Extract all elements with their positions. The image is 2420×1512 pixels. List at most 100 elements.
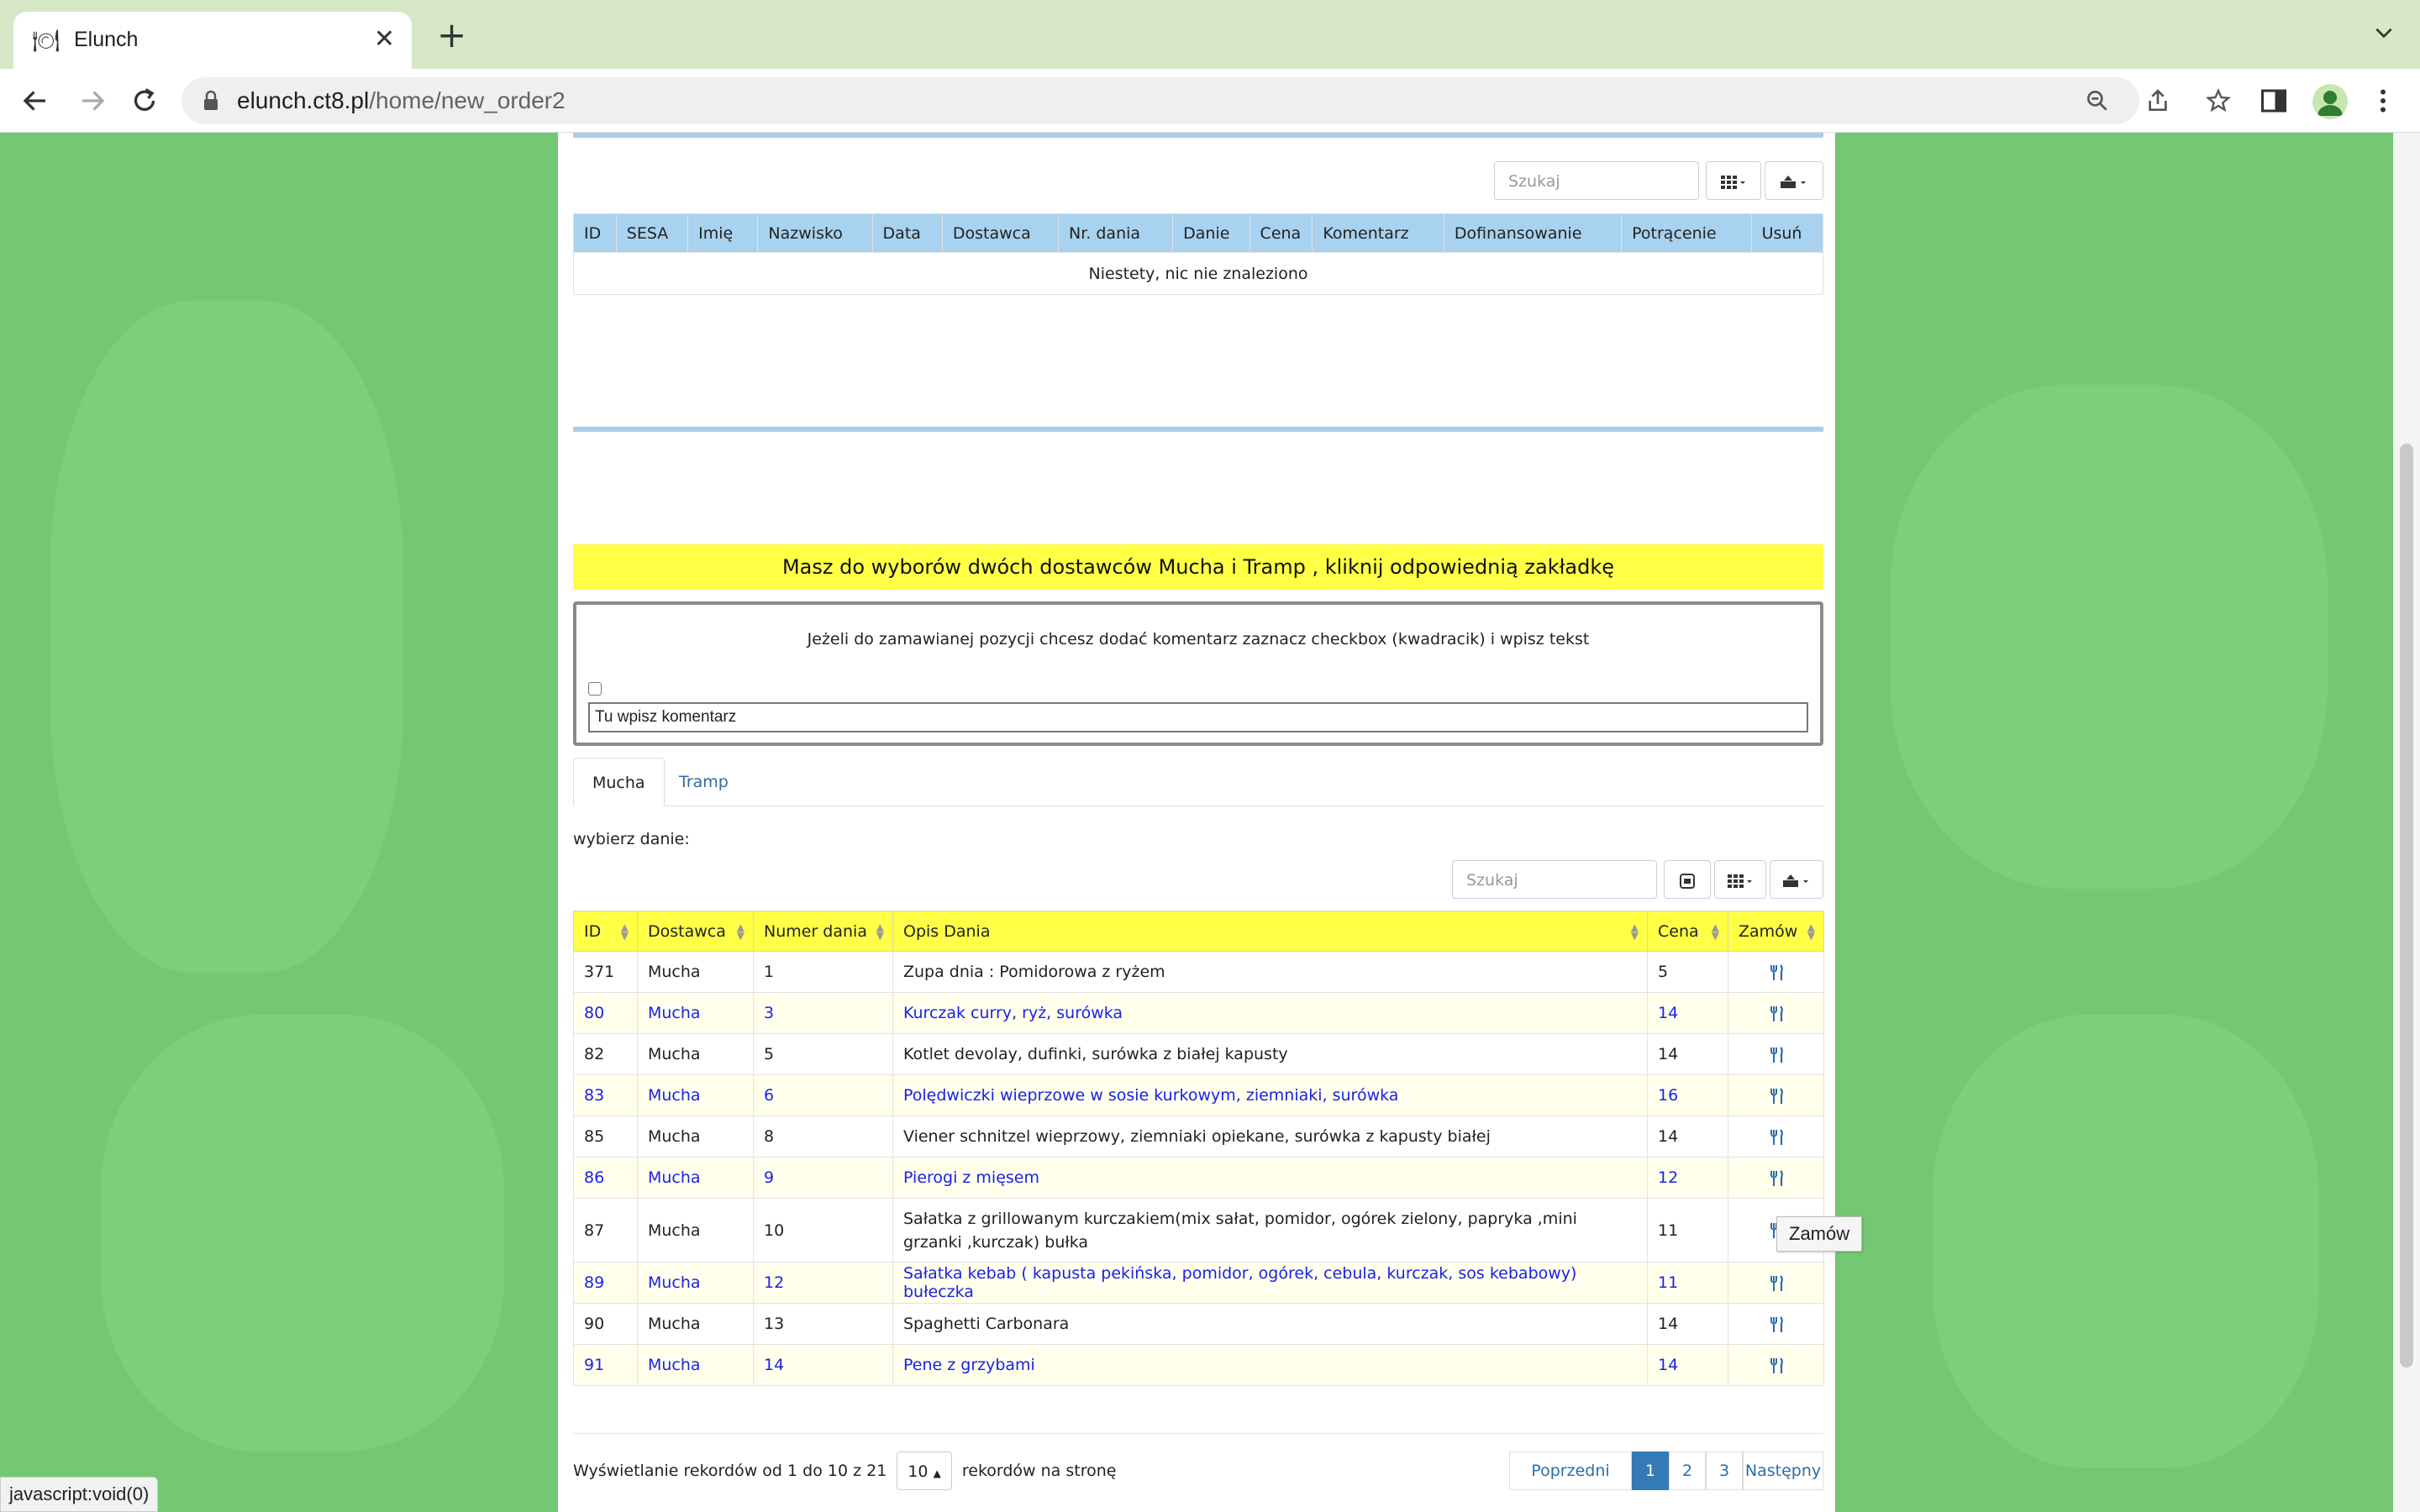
- menu-col-id[interactable]: ID ▲ ▼: [573, 911, 638, 952]
- cell-number: 12: [753, 1262, 893, 1304]
- pagination-page-1[interactable]: 1: [1632, 1452, 1669, 1490]
- orders-col-sesa[interactable]: SESA: [615, 213, 689, 253]
- cell-price: 14: [1647, 992, 1728, 1034]
- tab-tramp[interactable]: Tramp: [660, 758, 747, 806]
- cell-price: 14: [1647, 1033, 1728, 1075]
- new-tab-icon[interactable]: +: [437, 18, 466, 53]
- orders-col-danie[interactable]: Danie: [1172, 213, 1250, 253]
- grid-columns-icon: [1721, 175, 1745, 189]
- cell-price: 11: [1647, 1198, 1728, 1263]
- browser-tab[interactable]: 🍽 Elunch ✕: [13, 12, 412, 69]
- cell-price: 11: [1647, 1262, 1728, 1304]
- comment-box: Jeżeli do zamawianej pozycji chcesz doda…: [573, 601, 1823, 746]
- zoom-icon[interactable]: [2084, 87, 2111, 114]
- menu-col-numer-dania[interactable]: Numer dania ▲ ▼: [753, 911, 893, 952]
- cell-description: Kurczak curry, ryż, surówka: [892, 992, 1648, 1034]
- table-row: 80 Mucha 3 Kurczak curry, ryż, surówka 14: [573, 992, 1824, 1034]
- cell-id: 89: [573, 1262, 638, 1304]
- order-cutlery-icon[interactable]: [1768, 1315, 1785, 1333]
- close-tab-icon[interactable]: ✕: [374, 25, 395, 54]
- orders-col-potracenie[interactable]: Potrącenie: [1621, 213, 1752, 253]
- menu-col-zamow[interactable]: Zamów ▲ ▼: [1728, 911, 1824, 952]
- menu-col-opis-dania[interactable]: Opis Dania ▲ ▼: [892, 911, 1648, 952]
- order-cutlery-icon[interactable]: [1768, 1046, 1785, 1063]
- pagination-next[interactable]: Następny: [1743, 1452, 1823, 1490]
- menu-col-cena[interactable]: Cena ▲ ▼: [1647, 911, 1728, 952]
- cell-description: Pene z grzybami: [892, 1344, 1648, 1386]
- cell-number: 6: [753, 1074, 893, 1116]
- cell-id: 80: [573, 992, 638, 1034]
- menu-search-input[interactable]: Szukaj: [1452, 860, 1657, 899]
- pagination-page-3[interactable]: 3: [1706, 1452, 1743, 1490]
- menu-columns-button[interactable]: [1714, 860, 1766, 899]
- orders-col-imie[interactable]: Imię: [687, 213, 759, 253]
- side-panel-icon[interactable]: [2259, 86, 2289, 116]
- order-cutlery-icon[interactable]: [1768, 1357, 1785, 1374]
- cell-supplier: Mucha: [637, 1074, 754, 1116]
- cell-price: 5: [1647, 951, 1728, 993]
- order-cutlery-icon[interactable]: [1768, 1128, 1785, 1146]
- background-decoration: [1891, 385, 2328, 889]
- scrollbar-thumb[interactable]: [2400, 444, 2413, 1368]
- url-text[interactable]: elunch.ct8.pl/home/new_order2: [237, 87, 566, 114]
- cell-supplier: Mucha: [637, 1262, 754, 1304]
- orders-col-usun[interactable]: Usuń: [1750, 213, 1824, 253]
- order-cutlery-icon[interactable]: [1768, 1169, 1785, 1187]
- section-divider: [573, 133, 1823, 138]
- cell-description: Kotlet devolay, dufinki, surówka z białe…: [892, 1033, 1648, 1075]
- table-row: 371 Mucha 1 Zupa dnia : Pomidorowa z ryżem 5: [573, 951, 1824, 993]
- supplier-info-banner: Masz do wyborów dwóch dostawców Mucha i …: [573, 544, 1823, 590]
- cell-price: 14: [1647, 1303, 1728, 1345]
- lock-icon[interactable]: [202, 90, 220, 112]
- order-cell: [1728, 1344, 1824, 1386]
- export-icon: [1783, 874, 1808, 887]
- orders-col-nazwisko[interactable]: Nazwisko: [757, 213, 873, 253]
- orders-col-data[interactable]: Data: [871, 213, 943, 253]
- pagination-previous[interactable]: Poprzedni: [1509, 1452, 1632, 1490]
- cutlery-favicon-icon: 🍽: [32, 29, 60, 54]
- share-icon[interactable]: [2144, 87, 2171, 114]
- orders-col-cena[interactable]: Cena: [1249, 213, 1313, 253]
- orders-columns-button[interactable]: [1706, 161, 1761, 200]
- cell-supplier: Mucha: [637, 1157, 754, 1199]
- order-cutlery-icon[interactable]: [1768, 1274, 1785, 1292]
- orders-col-komentarz[interactable]: Komentarz: [1312, 213, 1444, 253]
- order-cutlery-icon[interactable]: [1768, 1005, 1785, 1022]
- grid-columns-icon: [1728, 874, 1752, 888]
- tab-title: Elunch: [74, 28, 139, 51]
- forward-icon[interactable]: [77, 86, 108, 116]
- browser-toolbar: elunch.ct8.pl/home/new_order2: [0, 69, 2420, 133]
- orders-col-id[interactable]: ID: [573, 213, 617, 253]
- tab-mucha[interactable]: Mucha: [573, 758, 665, 806]
- export-icon: [1781, 175, 1806, 188]
- page-scrollbar[interactable]: [2393, 133, 2420, 1512]
- tab-search-chevron-icon[interactable]: [2373, 22, 2395, 44]
- menu-toggle-view-button[interactable]: [1664, 860, 1711, 899]
- comment-input[interactable]: [588, 702, 1808, 732]
- page-size-select[interactable]: 10 ▲: [897, 1452, 952, 1490]
- cell-number: 13: [753, 1303, 893, 1345]
- comment-checkbox[interactable]: [588, 682, 602, 696]
- orders-table: ID SESA Imię Nazwisko Data Dostawca Nr. …: [573, 213, 1824, 295]
- order-cutlery-icon[interactable]: [1768, 963, 1785, 981]
- orders-col-nr-dania[interactable]: Nr. dania: [1057, 213, 1174, 253]
- order-cutlery-icon[interactable]: [1768, 1087, 1785, 1105]
- menu-export-button[interactable]: [1770, 860, 1823, 899]
- cell-price: 12: [1647, 1157, 1728, 1199]
- orders-col-dostawca[interactable]: Dostawca: [941, 213, 1060, 253]
- browser-menu-icon[interactable]: [2368, 86, 2398, 116]
- pagination-page-2[interactable]: 2: [1669, 1452, 1706, 1490]
- orders-search-input[interactable]: Szukaj: [1494, 161, 1699, 200]
- profile-avatar[interactable]: [2312, 84, 2348, 119]
- orders-col-dofinansowanie[interactable]: Dofinansowanie: [1443, 213, 1623, 253]
- orders-export-button[interactable]: [1765, 161, 1823, 200]
- address-bar[interactable]: elunch.ct8.pl/home/new_order2: [182, 77, 2232, 124]
- bookmark-star-icon[interactable]: [2205, 87, 2232, 114]
- browser-status-bar: javascript:void(0): [0, 1477, 159, 1512]
- menu-col-dostawca[interactable]: Dostawca ▲ ▼: [637, 911, 754, 952]
- cell-supplier: Mucha: [637, 992, 754, 1034]
- cell-id: 90: [573, 1303, 638, 1345]
- back-icon[interactable]: [20, 86, 50, 116]
- sort-icon: ▲ ▼: [1807, 921, 1815, 942]
- reload-icon[interactable]: [129, 86, 160, 116]
